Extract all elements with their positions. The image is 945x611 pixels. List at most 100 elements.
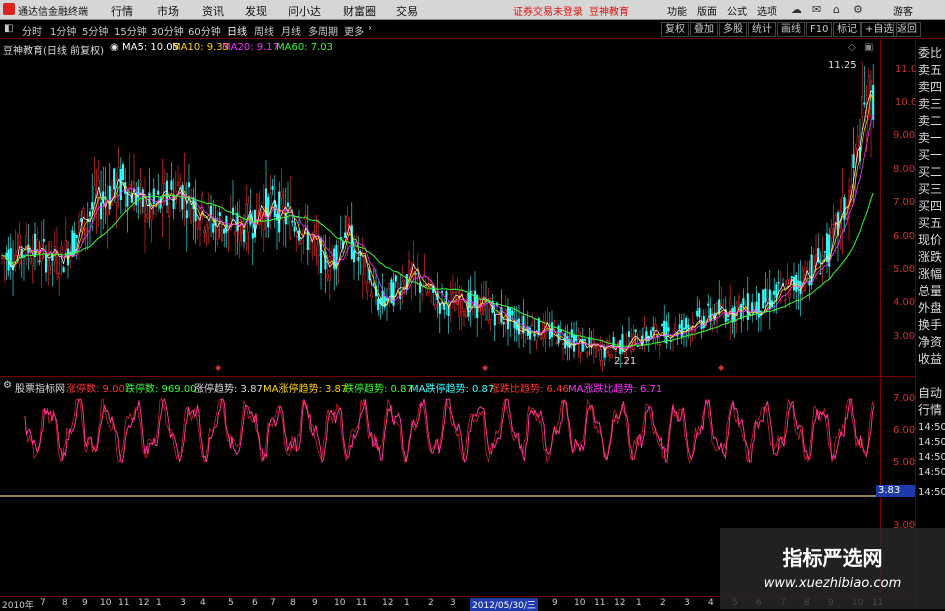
- indicator-name[interactable]: 股票指标网: [15, 380, 65, 395]
- event-marker-icon[interactable]: ◆: [718, 363, 725, 372]
- diejia-button[interactable]: 叠加: [690, 22, 718, 37]
- period-15min[interactable]: 15分钟: [114, 23, 147, 38]
- date-tick: 9: [82, 598, 88, 608]
- side-sell2[interactable]: 卖二: [918, 112, 942, 129]
- add-watchlist-button[interactable]: +自选: [861, 22, 898, 37]
- candle-body: [421, 290, 424, 295]
- panel-icon[interactable]: ▣: [864, 42, 873, 53]
- candle-body: [775, 284, 778, 299]
- candle-body: [636, 345, 639, 348]
- login-status[interactable]: 证券交易未登录: [513, 3, 583, 18]
- period-1min[interactable]: 1分钟: [50, 23, 76, 38]
- candle-body: [583, 338, 587, 341]
- chevron-right-icon[interactable]: ›: [368, 23, 372, 34]
- menu-wenxiaoda[interactable]: 问小达: [288, 3, 321, 19]
- candle-body: [291, 220, 294, 223]
- menu-banmian[interactable]: 版面: [697, 3, 717, 18]
- menu-faxian[interactable]: 发现: [245, 3, 267, 19]
- diamond-icon[interactable]: ◇: [848, 42, 856, 53]
- date-tick: 1: [636, 598, 642, 608]
- period-monthly[interactable]: 月线: [281, 23, 301, 38]
- menu-hangqing[interactable]: 行情: [111, 3, 133, 19]
- date-tick: 12: [382, 598, 394, 608]
- indicator-gear-icon[interactable]: ⚙: [3, 380, 12, 391]
- candle-body: [385, 298, 389, 301]
- date-tick: 11: [594, 598, 606, 608]
- candle-body: [707, 303, 710, 306]
- side-outer[interactable]: 外盘: [918, 299, 942, 316]
- side-earnings[interactable]: 收益: [918, 350, 942, 367]
- period-fenshi[interactable]: 分时: [22, 23, 42, 38]
- menu-gongneng[interactable]: 功能: [667, 3, 687, 18]
- side-change[interactable]: 涨跌: [918, 248, 942, 265]
- period-multi[interactable]: 多周期: [308, 23, 338, 38]
- side-quote[interactable]: 行情: [918, 401, 942, 418]
- candle-body: [22, 255, 26, 257]
- huaxian-button[interactable]: 画线: [777, 22, 805, 37]
- candle-body: [861, 96, 864, 118]
- candle-body: [352, 250, 356, 263]
- ma60-line: [1, 192, 874, 347]
- tongji-button[interactable]: 统计: [748, 22, 776, 37]
- menu-zixun[interactable]: 资讯: [202, 3, 224, 19]
- fuquan-button[interactable]: 复权: [661, 22, 689, 37]
- candle-body: [594, 346, 598, 357]
- date-tick: 7: [270, 598, 276, 608]
- back-button[interactable]: 返回: [893, 22, 921, 37]
- date-tick: 11: [118, 598, 130, 608]
- side-buy3[interactable]: 买三: [918, 180, 942, 197]
- indicator-value-box: 3.83: [876, 485, 916, 497]
- menu-shichang[interactable]: 市场: [157, 3, 179, 19]
- date-tick: 7: [40, 598, 46, 608]
- side-buy2[interactable]: 买二: [918, 163, 942, 180]
- biaoji-button[interactable]: 标记: [833, 22, 861, 37]
- candle-body: [328, 256, 331, 281]
- menu-jiaoyi[interactable]: 交易: [396, 3, 418, 19]
- candlestick-chart[interactable]: ◆ ◆ ◆: [0, 56, 880, 376]
- candle-body: [394, 275, 397, 282]
- side-sell4[interactable]: 卖四: [918, 78, 942, 95]
- home-icon[interactable]: ⌂: [833, 3, 840, 16]
- candle-body: [762, 289, 765, 309]
- period-weekly[interactable]: 周线: [254, 23, 274, 38]
- side-sell5[interactable]: 卖五: [918, 61, 942, 78]
- period-5min[interactable]: 5分钟: [82, 23, 108, 38]
- menu-caifuquan[interactable]: 财富圈: [343, 3, 376, 19]
- side-turnover[interactable]: 换手: [918, 316, 942, 333]
- sidebar-toggle-icon[interactable]: ◧: [4, 23, 13, 34]
- menu-gongshi[interactable]: 公式: [727, 3, 747, 18]
- duogu-button[interactable]: 多股: [719, 22, 747, 37]
- period-30min[interactable]: 30分钟: [151, 23, 184, 38]
- period-daily[interactable]: 日线: [227, 23, 247, 38]
- candle-body: [344, 232, 347, 238]
- side-change-pct[interactable]: 涨幅: [918, 265, 942, 282]
- side-auto[interactable]: 自动: [918, 384, 942, 401]
- mail-icon[interactable]: ✉: [812, 3, 821, 16]
- ma60-value: MA60: 7.03: [276, 42, 334, 53]
- side-buy5[interactable]: 买五: [918, 214, 942, 231]
- settings-dot-icon[interactable]: ◉: [110, 42, 119, 53]
- date-tick: 12: [614, 598, 626, 608]
- side-buy4[interactable]: 买四: [918, 197, 942, 214]
- side-buy1[interactable]: 买一: [918, 146, 942, 163]
- side-volume[interactable]: 总量: [918, 282, 942, 299]
- candle-body: [218, 212, 221, 217]
- side-netasset[interactable]: 净资: [918, 333, 942, 350]
- side-sell3[interactable]: 卖三: [918, 95, 942, 112]
- guest-label[interactable]: 游客: [893, 3, 913, 18]
- candle-body: [553, 327, 556, 330]
- side-price[interactable]: 现价: [918, 231, 942, 248]
- side-weibi[interactable]: 委比: [918, 44, 942, 61]
- settings-icon[interactable]: ⚙: [853, 3, 863, 16]
- cloud-icon[interactable]: ☁: [791, 3, 802, 16]
- menu-xuanxiang[interactable]: 选项: [757, 3, 777, 18]
- period-60min[interactable]: 60分钟: [188, 23, 221, 38]
- event-marker-icon[interactable]: ◆: [215, 363, 222, 372]
- candle-body: [832, 223, 835, 226]
- side-sell1[interactable]: 卖一: [918, 129, 942, 146]
- event-marker-icon[interactable]: ◆: [482, 363, 489, 372]
- period-more[interactable]: 更多: [344, 23, 364, 38]
- f10-button[interactable]: F10: [806, 22, 833, 37]
- candle-body: [665, 321, 668, 344]
- candle-body: [502, 321, 505, 325]
